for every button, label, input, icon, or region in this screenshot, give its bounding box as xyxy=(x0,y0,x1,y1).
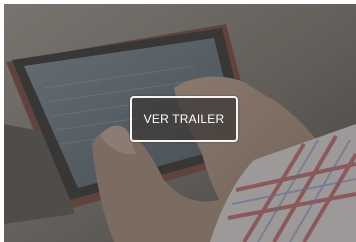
watch-trailer-button[interactable]: VER TRAILER xyxy=(130,96,238,142)
video-thumbnail[interactable]: VER TRAILER xyxy=(4,4,356,242)
